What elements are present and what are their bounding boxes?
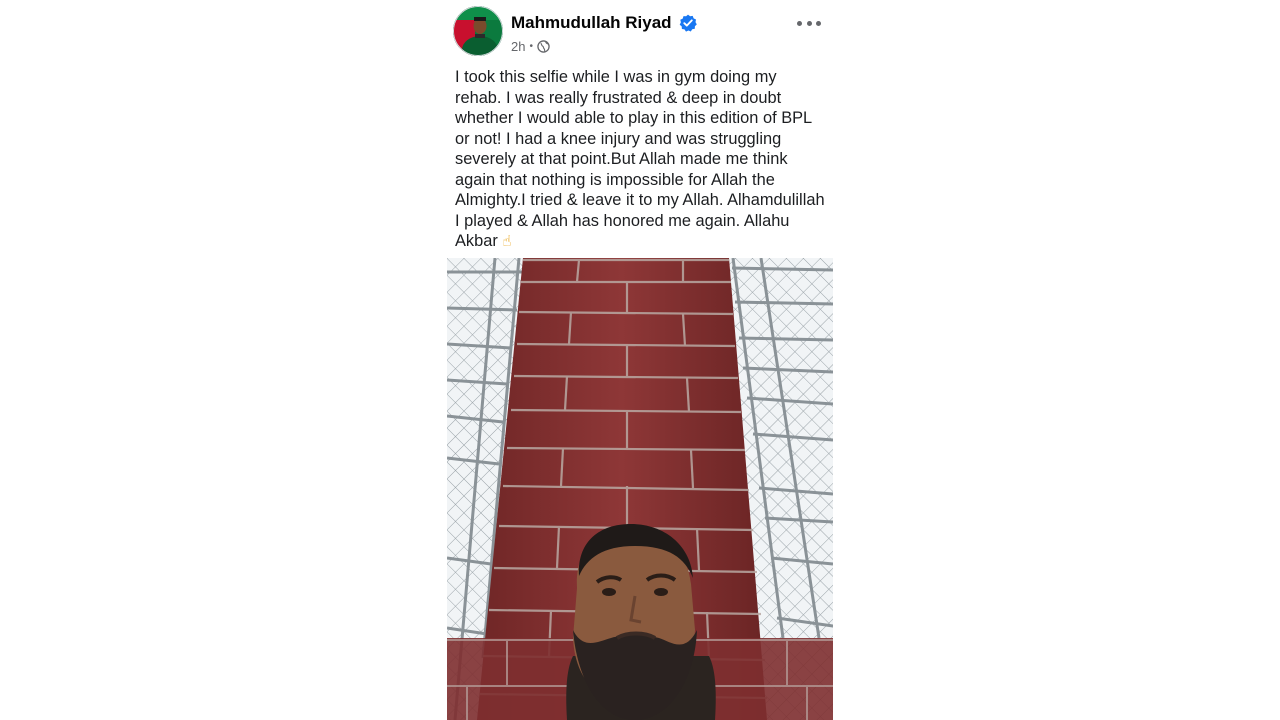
more-dot-icon (797, 20, 802, 26)
post-time[interactable]: 2h (511, 39, 525, 54)
post-text-body: I took this selfie while I was in gym do… (455, 68, 825, 250)
pointing-up-emoji-icon: ☝ (502, 232, 512, 250)
post-card: Mahmudullah Riyad 2h • I took this selfi… (447, 0, 833, 720)
selfie-photo (447, 258, 833, 720)
avatar-image (453, 6, 503, 56)
post-text: I took this selfie while I was in gym do… (455, 67, 827, 252)
more-dot-icon (816, 20, 821, 26)
post-meta: 2h • (511, 39, 550, 54)
verified-badge-icon (679, 14, 697, 32)
author-avatar[interactable] (453, 6, 503, 56)
meta-separator: • (529, 41, 533, 52)
more-dot-icon (806, 20, 812, 26)
post-header: Mahmudullah Riyad 2h • (453, 6, 827, 58)
post-photo[interactable] (447, 258, 833, 720)
more-options-button[interactable] (797, 16, 821, 30)
globe-icon[interactable] (537, 40, 550, 53)
author-name[interactable]: Mahmudullah Riyad (511, 13, 672, 33)
